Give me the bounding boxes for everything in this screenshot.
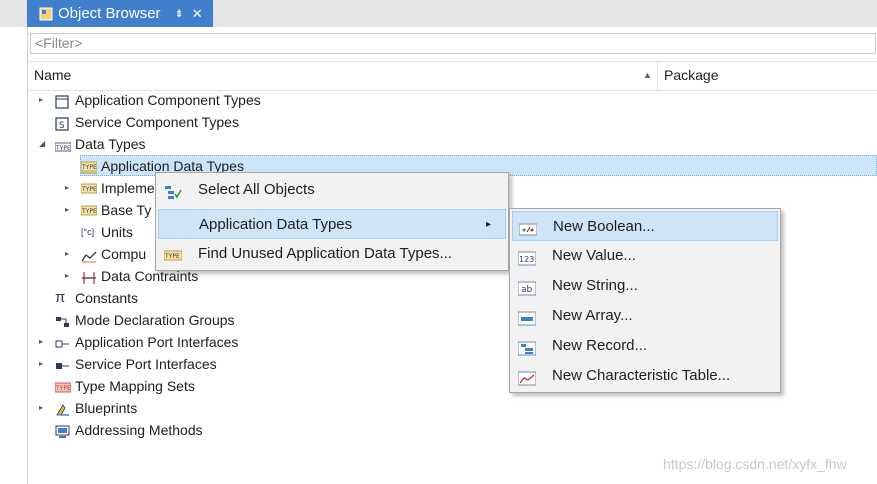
pin-icon[interactable]: ⇟ [175,7,184,20]
string-icon: ab [517,278,537,296]
svg-text:TYPE: TYPE [55,145,71,152]
sort-ascending-icon[interactable]: ▲ [643,70,652,80]
tree-item-data-types[interactable]: ◢ TYPE Data Types [0,133,877,155]
mode-declaration-icon [55,313,71,327]
tab-title: Object Browser [58,5,161,22]
tree-item-service-component-types[interactable]: S Service Component Types [0,111,877,133]
object-browser-icon [39,7,53,21]
expand-arrow-icon[interactable]: ▸ [65,177,75,199]
tree-item-label: Base Ty [101,202,152,218]
pi-icon: π [55,289,66,306]
svg-text:123: 123 [519,255,534,264]
menu-item-new-characteristic-table[interactable]: New Characteristic Table... [512,361,778,391]
expand-arrow-icon[interactable]: ▸ [39,353,49,375]
value-icon: 123 [517,248,537,266]
tree-item-label: Type Mapping Sets [75,378,195,394]
port-interface-icon [55,335,71,349]
tree-item-label: Service Component Types [75,114,239,130]
column-separator[interactable] [657,62,658,90]
submenu-arrow-icon: ▸ [485,219,491,230]
menu-item-label: Find Unused Application Data Types... [198,245,453,262]
menu-item-find-unused[interactable]: TYPE Find Unused Application Data Types.… [158,239,506,269]
collapse-arrow-icon[interactable]: ◢ [39,133,49,155]
filter-input[interactable]: <Filter> [30,33,876,54]
base-type-icon: TYPE [80,203,98,217]
svg-text:TYPE: TYPE [55,385,71,392]
svg-text:ab: ab [521,285,533,295]
menu-item-new-record[interactable]: New Record... [512,331,778,361]
tree-item-label: Impleme [101,180,155,196]
characteristic-table-icon [517,368,537,386]
menu-item-select-all-objects[interactable]: Select All Objects [158,175,506,205]
expand-arrow-icon[interactable]: ▸ [65,265,75,287]
menu-item-label: New Array... [552,307,633,324]
menu-item-new-boolean[interactable]: New Boolean... [512,211,778,241]
application-data-type-icon: TYPE [80,159,98,174]
implementation-type-icon: TYPE [80,181,98,195]
column-package-header[interactable]: Package [664,67,718,83]
tree-item-label: Compu [101,246,147,262]
service-port-icon [55,357,71,371]
menu-item-application-data-types[interactable]: Application Data Types ▸ [158,209,506,239]
application-data-types-submenu: New Boolean... 123 New Value... ab New S… [509,208,781,393]
component-type-icon [55,93,71,109]
svg-text:TYPE: TYPE [164,253,180,260]
tree-item-blueprints[interactable]: ▸ Blueprints [0,397,877,419]
menu-item-label: Select All Objects [198,181,315,198]
expand-arrow-icon[interactable]: ▸ [39,331,49,353]
tree-item-label: Units [101,224,133,240]
tree-item-label: Data Types [75,136,146,152]
tree-item-label: Addressing Methods [75,422,203,438]
menu-item-label: Application Data Types [199,216,353,233]
data-constraint-icon [81,269,97,284]
tab-object-browser[interactable]: Object Browser ⇟ ✕ [27,0,213,27]
find-unused-icon: TYPE [163,246,183,262]
tree-item-label: Service Port Interfaces [75,356,217,372]
type-mapping-icon: TYPE [54,379,72,393]
watermark: https://blog.csdn.net/xyfx_fhw [663,456,847,472]
service-component-icon: S [55,115,71,131]
tree-item-label: Blueprints [75,400,138,416]
column-header: Name ▲ Package [28,61,877,91]
expand-arrow-icon[interactable]: ▸ [39,89,49,111]
expand-arrow-icon[interactable]: ▸ [39,397,49,419]
menu-item-new-array[interactable]: New Array... [512,301,778,331]
column-name-header[interactable]: Name [34,67,71,83]
svg-text:S: S [59,121,65,131]
menu-item-label: New Characteristic Table... [552,367,731,384]
menu-item-label: New Value... [552,247,636,264]
menu-item-label: New Record... [552,337,648,354]
close-icon[interactable]: ✕ [192,6,203,22]
svg-text:TYPE: TYPE [81,208,97,215]
tree-item-label: Constants [75,290,139,306]
units-icon: [°c] [81,227,95,237]
menu-item-new-value[interactable]: 123 New Value... [512,241,778,271]
expand-arrow-icon[interactable]: ▸ [65,243,75,265]
blueprint-icon [55,401,71,416]
data-type-icon: TYPE [54,137,72,152]
tree-item-application-component-types[interactable]: ▸ Application Component Types [0,89,877,111]
expand-arrow-icon[interactable]: ▸ [65,199,75,221]
array-icon [517,308,537,326]
svg-text:TYPE: TYPE [81,186,97,193]
tree-item-label: Application Component Types [75,92,261,108]
svg-text:TYPE: TYPE [81,164,97,171]
tree-item-label: Application Port Interfaces [75,334,239,350]
context-menu: Select All Objects Application Data Type… [155,172,509,271]
boolean-icon [518,219,538,236]
menu-item-label: New String... [552,277,638,294]
addressing-method-icon [55,423,71,438]
tree-item-label: Mode Declaration Groups [75,312,235,328]
tab-strip: Object Browser ⇟ ✕ [0,0,877,27]
compu-method-icon [81,247,97,263]
tree-item-addressing-methods[interactable]: Addressing Methods [0,419,877,441]
select-all-icon [164,182,182,199]
menu-item-label: New Boolean... [553,218,655,235]
menu-item-new-string[interactable]: ab New String... [512,271,778,301]
record-icon [517,338,537,356]
